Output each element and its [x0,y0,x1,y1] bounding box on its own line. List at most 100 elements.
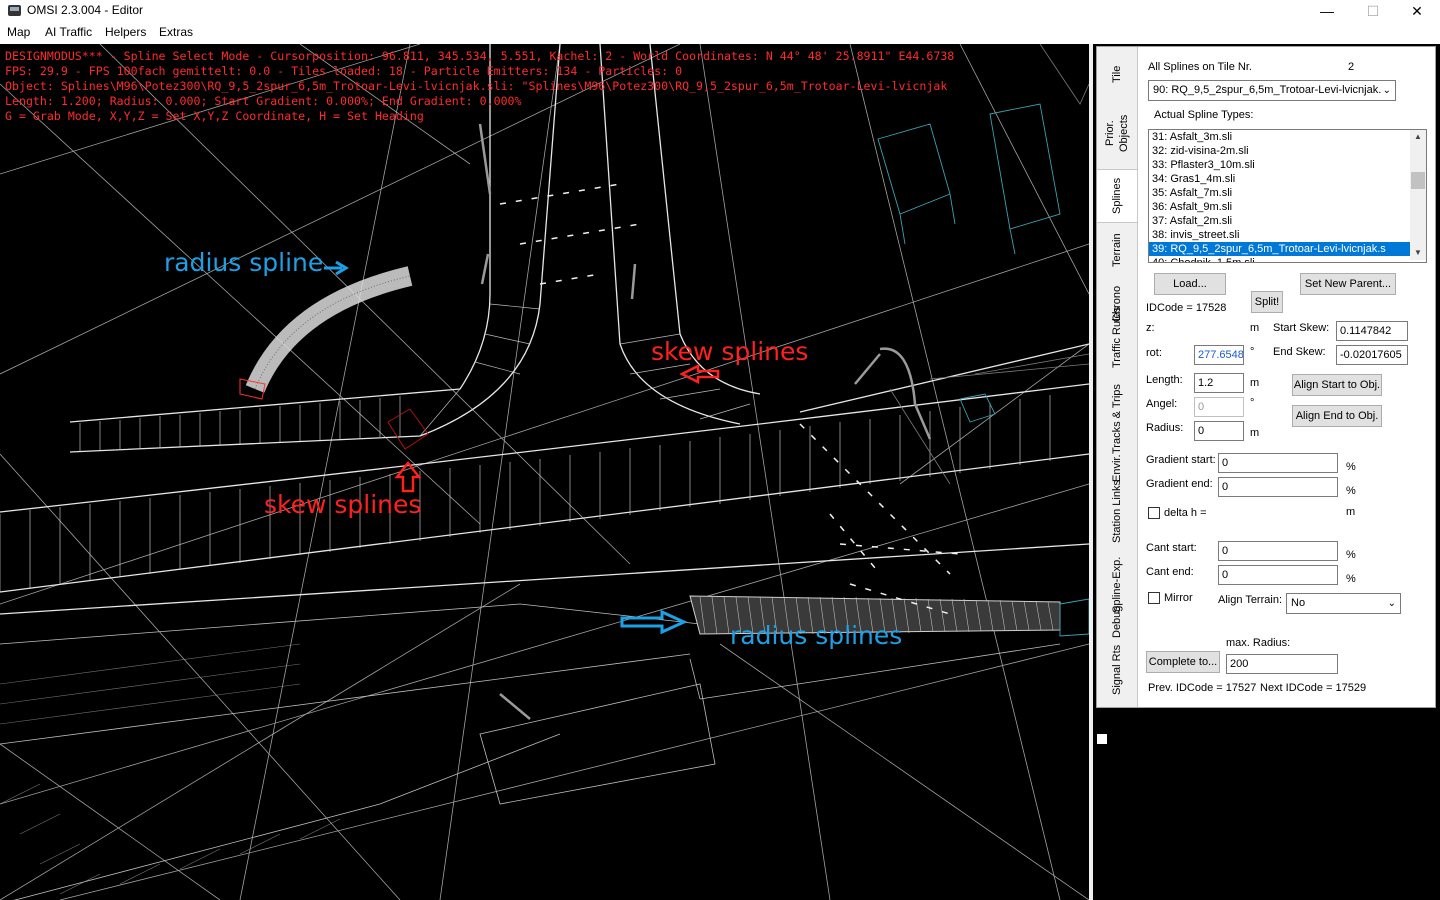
osd-line-length: Length: 1.200; Radius: 0.000; Start Grad… [5,94,522,108]
close-button[interactable]: ✕ [1394,0,1440,22]
chevron-down-icon: ⌄ [1387,598,1396,609]
cant-start-input[interactable]: 0 [1218,541,1338,561]
align-terrain-select[interactable]: No ⌄ [1286,593,1401,614]
spline-type-item[interactable]: 37: Asfalt_2m.sli [1149,214,1426,228]
load-button[interactable]: Load... [1154,273,1226,295]
status-indicator [1097,734,1107,744]
spline-type-item[interactable]: 34: Gras1_4m.sli [1149,172,1426,186]
set-new-parent-button[interactable]: Set New Parent... [1300,273,1396,295]
osd-line-mode: DESIGNMODUS*** - Spline Select Mode - Cu… [5,49,955,63]
spline-properties-panel: Tile Prior. Objects Splines Terrain Chro… [1096,46,1436,708]
menu-helpers[interactable]: Helpers [105,25,146,39]
spline-type-item[interactable]: 38: invis_street.sli [1149,228,1426,242]
next-idcode: Next IDCode = 17529 [1260,682,1367,694]
spline-type-item[interactable]: 31: Asfalt_3m.sli [1149,130,1426,144]
cant-end-label: Cant end: [1146,566,1194,578]
delta-h-unit: m [1346,506,1356,518]
osd-line-hotkeys: G = Grab Mode, X,Y,Z = Set X,Y,Z Coordin… [5,109,424,123]
menu-extras[interactable]: Extras [159,25,193,39]
max-radius-input[interactable]: 200 [1226,654,1338,674]
annotation-radius-splines: radius splines [730,621,903,650]
tab-prior-objects[interactable]: Prior. Objects [1097,99,1137,167]
z-unit: m [1250,322,1260,334]
radius-input[interactable]: 0 [1194,421,1244,441]
tab-tile[interactable]: Tile [1097,51,1137,97]
length-input[interactable]: 1.2 [1194,373,1244,393]
end-skew-input[interactable]: -0.02017605 [1336,345,1408,365]
window-title: OMSI 2.3.004 - Editor [27,3,144,17]
scroll-thumb[interactable] [1411,172,1425,189]
tab-station-links[interactable]: Station Links [1097,477,1137,547]
spline-on-tile-select[interactable]: 90: RQ_9,5_2spur_6,5m_Trotoar-Levi-lvicn… [1148,80,1396,101]
scroll-down-icon[interactable]: ▼ [1410,246,1426,260]
annotation-skew-splines-bottom: skew splines [264,490,422,519]
align-start-to-obj-button[interactable]: Align Start to Obj. [1292,374,1382,396]
rot-input[interactable]: 277.6548 [1194,345,1244,365]
gradient-start-unit: % [1346,461,1356,473]
list-scrollbar[interactable]: ▲ ▼ [1410,130,1426,260]
spline-type-item[interactable]: 35: Asfalt_7m.sli [1149,186,1426,200]
start-skew-label: Start Skew: [1273,322,1330,334]
spline-types-list[interactable]: 31: Asfalt_3m.sli 32: zid-visina-2m.sli 33… [1148,129,1427,263]
prev-idcode: Prev. IDCode = 17527 [1148,682,1257,694]
omsi-app-icon [8,5,21,16]
spline-type-item[interactable]: 39: RQ_9,5_2spur_6,5m_Trotoar-Levi-lvicn… [1149,242,1426,256]
annotation-skew-splines-top: skew splines [651,337,809,366]
actual-spline-types-label: Actual Spline Types: [1154,109,1254,121]
spline-on-tile-value: 90: RQ_9,5_2spur_6,5m_Trotoar-Levi-lvicn… [1153,84,1382,96]
cant-start-label: Cant start: [1146,542,1197,554]
align-end-to-obj-button[interactable]: Align End to Obj. [1292,405,1382,427]
spline-type-item[interactable]: 33: Pflaster3_10m.sli [1149,158,1426,172]
osd-line-fps: FPS: 29.9 - FPS 100fach gemittelt: 0.0 -… [5,64,683,78]
angel-input[interactable]: 0 [1194,397,1244,417]
cant-end-unit: % [1346,573,1356,585]
tab-terrain[interactable]: Terrain [1097,223,1137,277]
gradient-end-label: Gradient end: [1146,478,1213,490]
tab-splines[interactable]: Splines [1097,169,1137,223]
mirror-checkbox[interactable] [1148,592,1160,604]
blue-arrow-right-icon [324,260,349,276]
tab-debug[interactable]: Debug [1097,597,1137,647]
chevron-down-icon: ⌄ [1382,85,1391,96]
minimize-button[interactable]: — [1304,0,1350,22]
gradient-end-unit: % [1346,485,1356,497]
complete-to-button[interactable]: Complete to... [1146,651,1220,673]
gradient-start-input[interactable]: 0 [1218,453,1338,473]
blue-arrow-right-large-icon [620,610,688,634]
spline-type-item[interactable]: 40: Chodnik_1,5m.sli [1149,256,1426,262]
cant-start-unit: % [1346,549,1356,561]
menu-ai-traffic[interactable]: AI Traffic [45,25,92,39]
annotation-radius-spline: radius spline [164,248,324,277]
editor-3d-viewport[interactable]: DESIGNMODUS*** - Spline Select Mode - Cu… [0,44,1089,900]
gradient-end-input[interactable]: 0 [1218,477,1338,497]
idcode-label: IDCode = 17528 [1146,302,1227,314]
title-bar: OMSI 2.3.004 - Editor — ☐ ✕ [0,0,1440,22]
red-arrow-left-icon [679,364,720,384]
tile-number: 2 [1348,61,1355,73]
spline-type-item[interactable]: 36: Asfalt_9m.sli [1149,200,1426,214]
spline-type-item[interactable]: 32: zid-visina-2m.sli [1149,144,1426,158]
radius-label: Radius: [1146,422,1184,434]
scroll-up-icon[interactable]: ▲ [1410,130,1426,144]
z-label: z: [1146,322,1155,334]
radius-unit: m [1250,427,1260,439]
maximize-button[interactable]: ☐ [1350,0,1396,22]
max-radius-label: max. Radius: [1226,637,1291,649]
start-skew-input[interactable]: 0.1147842 [1336,321,1408,341]
split-button[interactable]: Split! [1251,291,1283,313]
align-terrain-label: Align Terrain: [1218,594,1282,606]
delta-h-checkbox[interactable] [1148,507,1160,519]
rot-label: rot: [1146,347,1162,359]
rot-unit: ° [1250,346,1255,358]
wireframe-scene [0,44,1089,900]
tab-signal-rts[interactable]: Signal Rts [1097,641,1137,699]
debug-info-overlay: DESIGNMODUS*** - Spline Select Mode - Cu… [5,49,954,124]
align-terrain-value: No [1291,597,1306,609]
delta-h-label: delta h = [1164,507,1207,519]
tab-traffic-rules[interactable]: Traffic Rules [1097,297,1137,377]
splines-tab-content: All Splines on Tile Nr. 2 90: RQ_9,5_2sp… [1138,47,1435,707]
vertical-tab-strip: Tile Prior. Objects Splines Terrain Chro… [1097,47,1138,707]
cant-end-input[interactable]: 0 [1218,565,1338,585]
end-skew-label: End Skew: [1273,346,1326,358]
menu-map[interactable]: Map [7,25,30,39]
